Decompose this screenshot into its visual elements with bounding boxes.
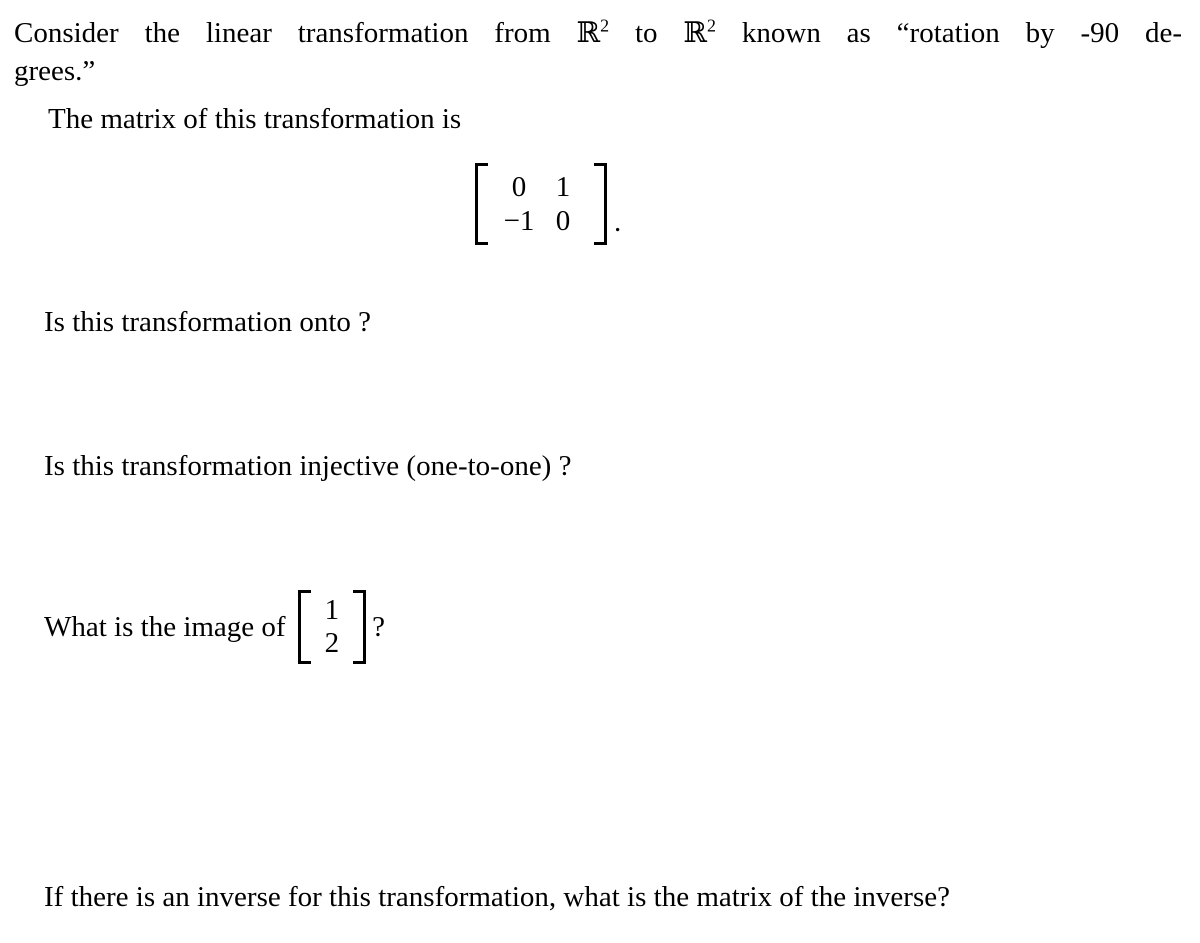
transformation-matrix: 0 1 −1 0 .	[475, 163, 621, 245]
matrix-lead-in-text: The matrix of this transformation is	[48, 103, 462, 135]
intro-paragraph-line-1: Consider the linear transformation from …	[14, 14, 1182, 52]
exponent-two-domain: 2	[600, 15, 610, 36]
matrix-left-bracket	[475, 163, 488, 245]
intro-text-between-domains: to	[609, 17, 684, 49]
matrix-cell-r0c1: 1	[555, 171, 571, 203]
question-onto: Is this transformation onto ?	[44, 306, 372, 338]
matrix-cell-r0c0: 0	[511, 171, 527, 203]
intro-text-before-domain: Consider the linear transformation from	[14, 17, 577, 49]
worksheet-page: Consider the linear transformation from …	[0, 0, 1200, 943]
vector-left-bracket	[297, 590, 311, 664]
real-numbers-symbol-codomain: ℝ	[683, 16, 708, 49]
intro-paragraph-line-2: grees.”	[14, 55, 96, 87]
question-image-question-mark: ?	[372, 611, 385, 643]
matrix-right-bracket	[594, 163, 607, 245]
question-image-lead: What is the image of	[44, 611, 286, 643]
question-injective: Is this transformation injective (one-to…	[44, 450, 572, 482]
matrix-row: −1 0	[497, 204, 585, 238]
matrix-cell-r1c1: 0	[555, 205, 571, 237]
question-inverse: If there is an inverse for this transfor…	[44, 881, 950, 913]
matrix-trailing-period: .	[614, 206, 622, 238]
vector-body: 1 2	[311, 590, 354, 664]
exponent-two-codomain: 2	[707, 15, 717, 36]
matrix-cell-r1c0: −1	[503, 205, 535, 237]
input-vector: 1 2	[297, 590, 367, 664]
question-image-of-vector: What is the image of 1 2 ?	[44, 590, 385, 664]
matrix-row: 0 1	[497, 170, 585, 204]
real-numbers-symbol-domain: ℝ	[576, 16, 601, 49]
matrix-body: 0 1 −1 0	[488, 163, 594, 245]
vector-entry-1: 2	[324, 627, 340, 659]
intro-paragraph: Consider the linear transformation from …	[14, 14, 1182, 90]
intro-text-after-codomain: known as “rotation by -90 de-	[716, 17, 1183, 49]
vector-entry-0: 1	[324, 594, 340, 626]
vector-right-bracket	[353, 590, 367, 664]
